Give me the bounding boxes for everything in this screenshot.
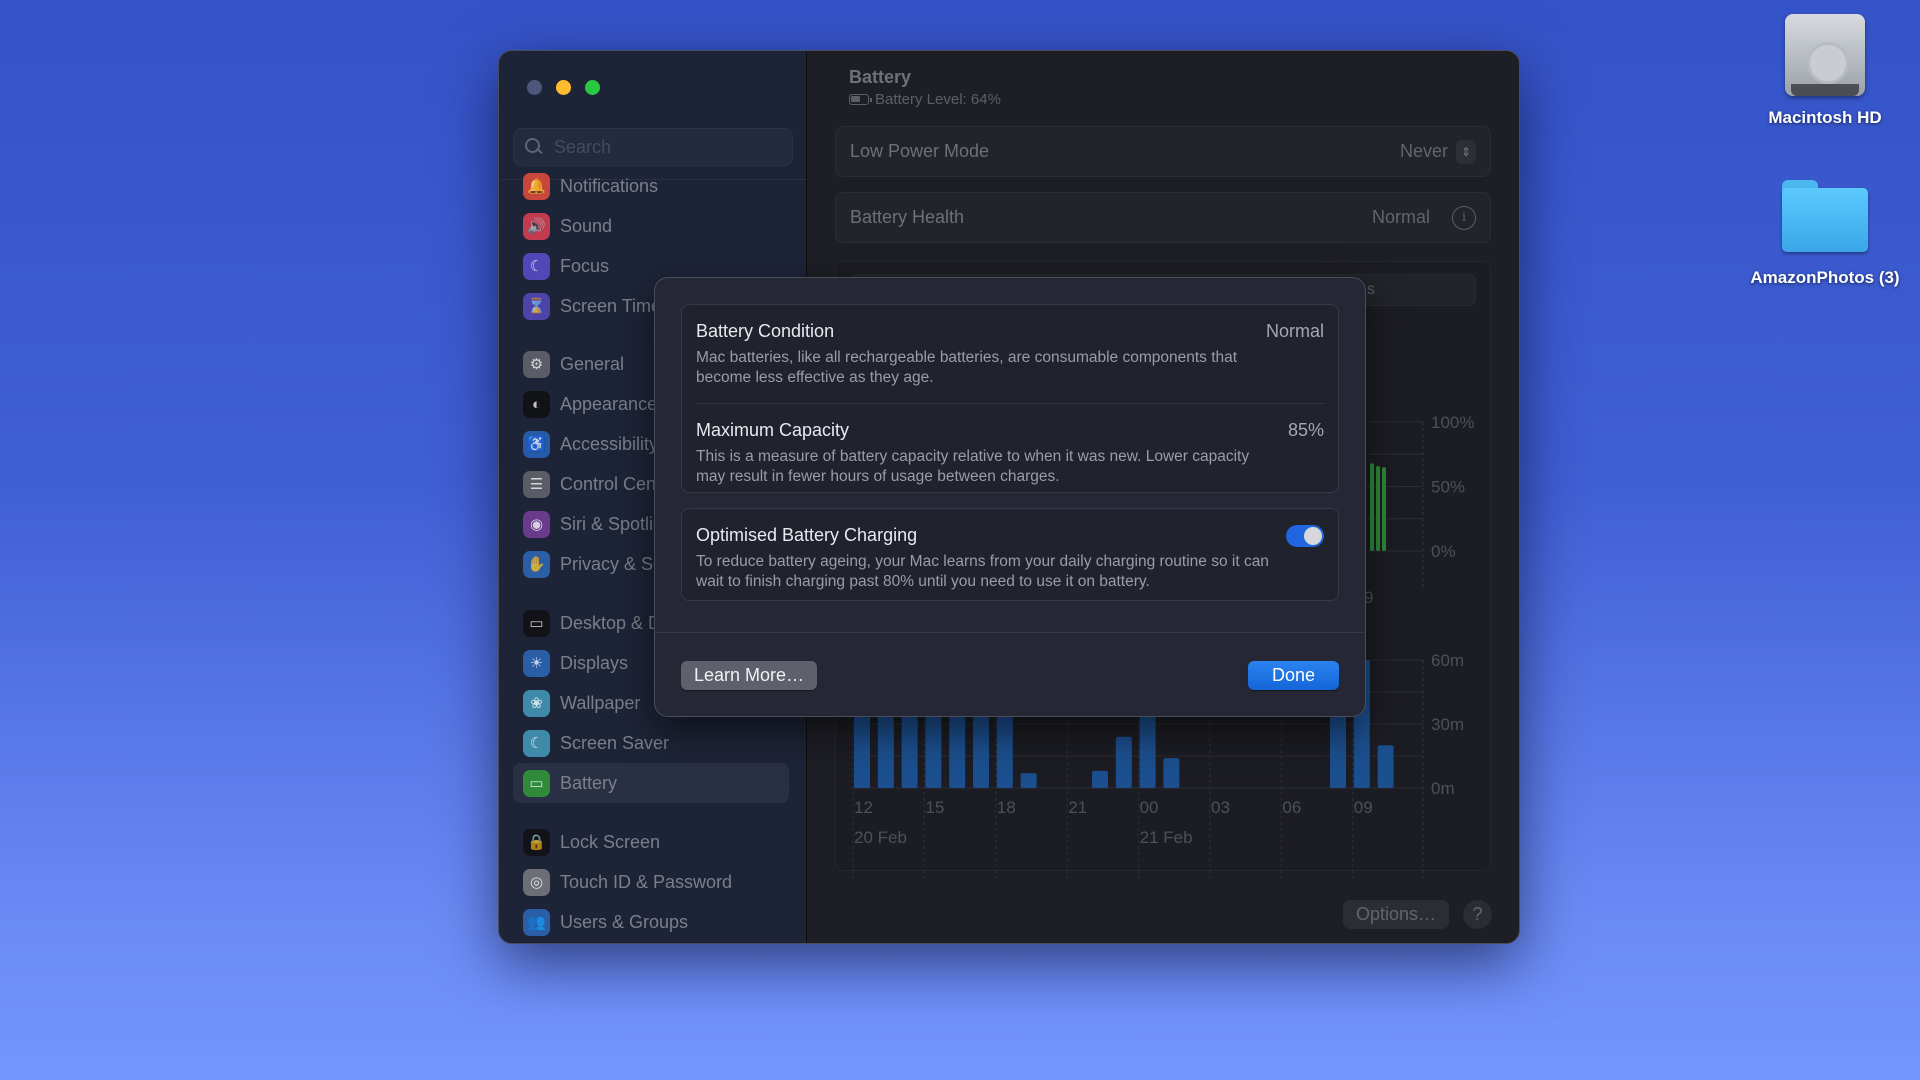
sidebar-item-label: Lock Screen xyxy=(560,831,661,852)
dock-icon: ▭ xyxy=(523,609,550,637)
sidebar-item-label: Wallpaper xyxy=(560,692,641,713)
done-button[interactable]: Done xyxy=(1248,661,1339,690)
x-tick-label: 03 xyxy=(1211,798,1230,817)
x-tick-label: 15 xyxy=(925,798,944,817)
accessibility-icon: ♿ xyxy=(523,430,550,458)
users-icon: 👥 xyxy=(523,908,550,936)
sidebar-item-label: Appearance xyxy=(560,393,658,414)
x-tick-label: 21 xyxy=(1068,798,1087,817)
sidebar-item-lock-screen[interactable]: 🔒 Lock Screen xyxy=(513,822,789,862)
desktop-icon-label: Macintosh HD xyxy=(1768,108,1882,127)
sidebar-item-notifications[interactable]: 🔔 Notifications xyxy=(513,166,789,206)
search-field[interactable]: Search xyxy=(513,128,793,166)
divider xyxy=(655,632,1365,633)
close-button[interactable] xyxy=(527,80,542,95)
x-tick-label: 09 xyxy=(1354,798,1373,817)
maximum-capacity-row: Maximum Capacity 85% This is a measure o… xyxy=(682,404,1338,487)
hard-drive-icon xyxy=(1785,14,1865,96)
folder-icon xyxy=(1782,180,1868,254)
speaker-icon: 🔊 xyxy=(523,212,550,240)
usage-bar xyxy=(1020,773,1037,788)
search-icon xyxy=(524,137,544,157)
sidebar-item-touch-id-password[interactable]: ◎ Touch ID & Password xyxy=(513,862,789,902)
options-button[interactable]: Options… xyxy=(1343,900,1449,929)
y-tick-label: 100% xyxy=(1431,413,1474,432)
x-tick-label: 12 xyxy=(854,798,873,817)
y-tick-label: 60m xyxy=(1431,651,1464,670)
x-tick-label: 18 xyxy=(997,798,1016,817)
sidebar-item-label: Battery xyxy=(560,772,618,793)
usage-bar xyxy=(1115,736,1132,788)
usage-bar xyxy=(1092,770,1108,788)
traffic-lights xyxy=(527,80,600,95)
fingerprint-icon: ◎ xyxy=(523,868,550,896)
maximum-capacity-value: 85% xyxy=(1287,420,1324,440)
usage-bar xyxy=(1377,745,1394,788)
hand-icon: ✋ xyxy=(523,550,550,578)
desktop-icon-macintosh-hd[interactable]: Macintosh HD xyxy=(1730,10,1920,128)
sidebar-item-label: Accessibility xyxy=(560,433,659,454)
sidebar-item-battery[interactable]: ▭ Battery xyxy=(513,763,789,803)
usage-bar xyxy=(1163,758,1180,788)
y-tick-label: 0% xyxy=(1431,542,1456,561)
sidebar-item-label: Screen Saver xyxy=(560,732,670,753)
minimize-button[interactable] xyxy=(556,80,571,95)
optimised-charging-row: Optimised Battery Charging To reduce bat… xyxy=(682,509,1338,592)
date-label: 20 Feb xyxy=(854,828,907,847)
battery-condition-description: Mac batteries, like all rechargeable bat… xyxy=(696,349,1238,386)
moon-icon: ☾ xyxy=(523,252,550,280)
sidebar-item-screen-saver[interactable]: ☾ Screen Saver xyxy=(513,723,789,763)
optimised-charging-card: Optimised Battery Charging To reduce bat… xyxy=(681,508,1339,601)
flower-icon: ❀ xyxy=(523,689,550,717)
y-tick-label: 50% xyxy=(1431,478,1465,497)
gear-icon: ⚙ xyxy=(523,350,550,378)
screensaver-icon: ☾ xyxy=(523,729,550,757)
battery-condition-value: Normal xyxy=(1265,321,1324,341)
sidebar-item-label: Focus xyxy=(560,255,610,276)
battery-icon: ▭ xyxy=(523,769,550,797)
maximize-button[interactable] xyxy=(585,80,600,95)
battery-info-card: Battery Condition Normal Mac batteries, … xyxy=(681,304,1339,493)
battery-condition-row: Battery Condition Normal Mac batteries, … xyxy=(682,305,1338,388)
optimised-charging-title: Optimised Battery Charging xyxy=(696,525,918,545)
search-placeholder: Search xyxy=(554,136,612,157)
sidebar-item-label: Touch ID & Password xyxy=(560,871,733,892)
sun-icon: ☀ xyxy=(523,649,550,677)
learn-more-button[interactable]: Learn More… xyxy=(681,661,817,690)
lock-icon: 🔒 xyxy=(523,828,550,856)
sidebar-item-label: Screen Time xyxy=(560,295,662,316)
sidebar-item-label: General xyxy=(560,353,625,374)
battery-health-dialog: Battery Condition Normal Mac batteries, … xyxy=(654,277,1366,717)
bell-icon: 🔔 xyxy=(523,172,550,200)
switches-icon: ☰ xyxy=(523,470,550,498)
maximum-capacity-description: This is a measure of battery capacity re… xyxy=(696,448,1250,485)
sidebar-item-label: Displays xyxy=(560,652,629,673)
battery-condition-title: Battery Condition xyxy=(696,321,835,341)
optimised-charging-toggle[interactable] xyxy=(1286,525,1324,547)
x-tick-label: 06 xyxy=(1282,798,1301,817)
hourglass-icon: ⌛ xyxy=(523,292,550,320)
siri-icon: ◉ xyxy=(523,510,550,538)
sidebar-item-label: Notifications xyxy=(560,175,659,196)
battery-level-bar xyxy=(1376,465,1380,551)
appearance-icon: ◐ xyxy=(523,390,550,418)
sidebar-item-users-groups[interactable]: 👥 Users & Groups xyxy=(513,902,789,942)
desktop-icon-amazonphotos[interactable]: AmazonPhotos (3) xyxy=(1730,180,1920,288)
y-tick-label: 0m xyxy=(1431,779,1455,798)
desktop-icon-label: AmazonPhotos (3) xyxy=(1750,268,1900,287)
toggle-knob xyxy=(1304,527,1322,545)
optimised-charging-description: To reduce battery ageing, your Mac learn… xyxy=(696,553,1269,590)
battery-level-bar xyxy=(1370,463,1374,551)
help-button[interactable]: ? xyxy=(1463,900,1492,929)
maximum-capacity-title: Maximum Capacity xyxy=(696,420,850,440)
y-tick-label: 30m xyxy=(1431,715,1464,734)
sidebar-item-sound[interactable]: 🔊 Sound xyxy=(513,206,789,246)
battery-level-bar xyxy=(1382,467,1386,551)
sidebar-item-label: Sound xyxy=(560,215,613,236)
sidebar-item-label: Users & Groups xyxy=(560,911,689,932)
date-label: 21 Feb xyxy=(1140,828,1193,847)
x-tick-label: 00 xyxy=(1140,798,1159,817)
